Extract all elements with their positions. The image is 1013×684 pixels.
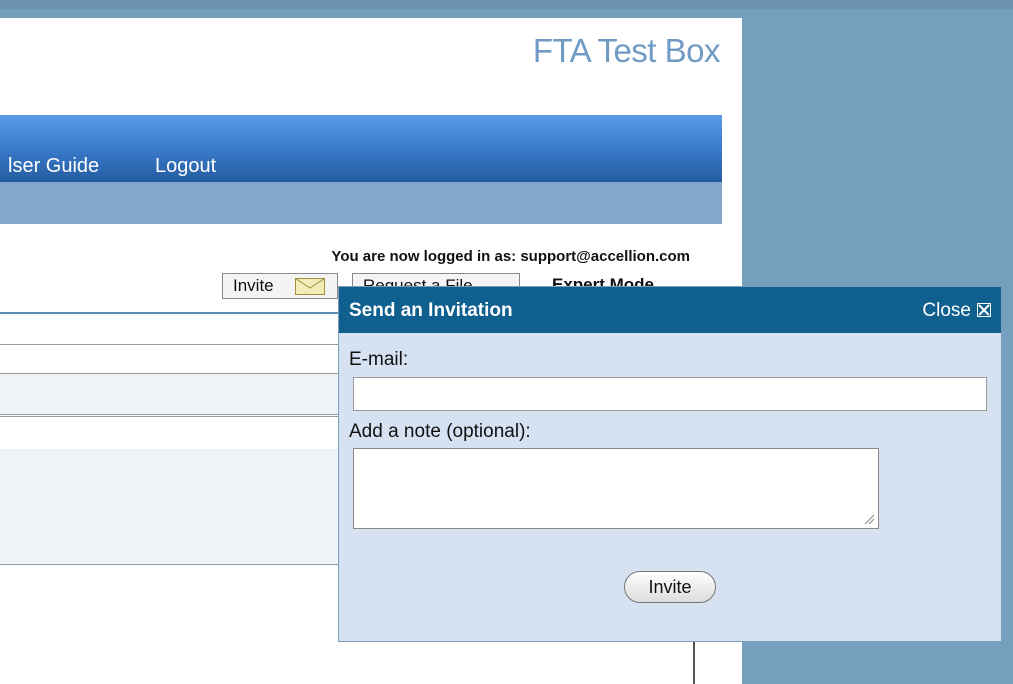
email-label: E-mail: — [349, 349, 409, 370]
email-field[interactable] — [353, 377, 987, 411]
invite-button-label: Invite — [233, 276, 274, 295]
note-textarea[interactable] — [353, 448, 879, 529]
nav-user-guide[interactable]: lser Guide — [8, 155, 99, 178]
close-label: Close — [922, 300, 971, 321]
close-box-icon — [977, 303, 991, 317]
nav-logout[interactable]: Logout — [155, 155, 216, 178]
logged-in-status: You are now logged in as: support@accell… — [331, 248, 690, 265]
top-strip — [0, 0, 1013, 9]
note-label: Add a note (optional): — [349, 421, 531, 442]
dialog-header: Send an Invitation Close — [339, 287, 1001, 333]
nav-bar: lser Guide Logout — [0, 115, 722, 183]
envelope-icon — [295, 278, 325, 295]
close-button[interactable]: Close — [922, 300, 991, 322]
invite-submit-button[interactable]: Invite — [624, 571, 716, 603]
dialog-title: Send an Invitation — [349, 300, 513, 321]
site-brand: FTA Test Box — [532, 32, 721, 69]
invite-button[interactable]: Invite — [222, 273, 338, 299]
resize-grip-icon[interactable] — [863, 513, 875, 525]
sub-nav-bar — [0, 182, 722, 224]
invite-dialog: Send an Invitation Close E-mail: Add a n… — [338, 286, 1002, 642]
